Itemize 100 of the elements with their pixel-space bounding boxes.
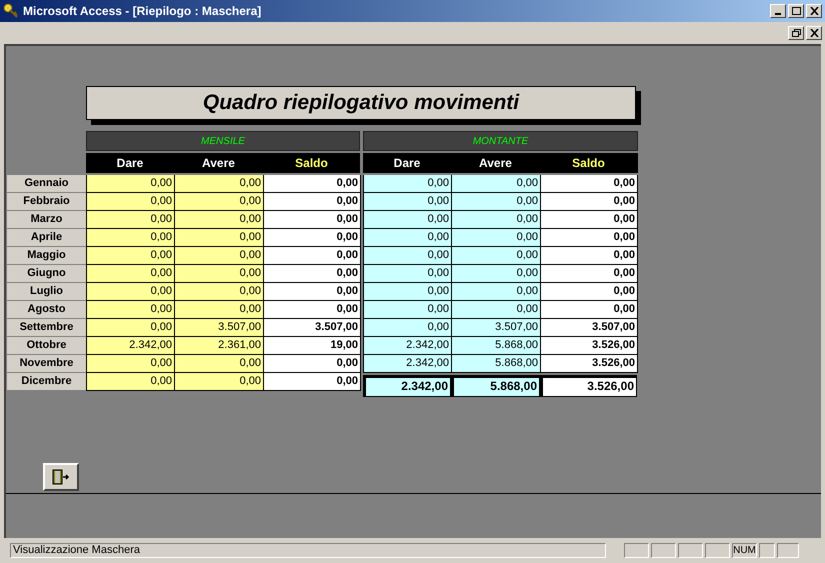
value-cell: 3.526,00 [541,355,638,373]
month-label: Agosto [7,301,86,319]
close-icon [810,7,818,15]
value-cell: 19,00 [264,337,361,355]
window-title: Microsoft Access - [Riepilogo : Maschera] [23,3,262,20]
value-cell: 0,00 [364,229,452,247]
value-cell: 0,00 [87,211,175,229]
value-cell: 0,00 [175,283,264,301]
month-label: Gennaio [7,175,86,193]
value-cell: 0,00 [541,301,638,319]
value-cell: 3.526,00 [541,337,638,355]
status-pane [705,543,730,558]
restore-icon [792,29,800,37]
value-cell: 0,00 [452,175,541,193]
value-cell: 0,00 [541,175,638,193]
value-cell: 0,00 [87,355,175,373]
value-cell: 0,00 [364,175,452,193]
value-cell: 0,00 [541,211,638,229]
value-cell: 0,00 [364,211,452,229]
minimize-button[interactable] [770,4,786,18]
value-cell: 0,00 [87,229,175,247]
value-cell: 0,00 [452,193,541,211]
group-header: MENSILE [86,131,360,151]
value-cell: 0,00 [264,265,361,283]
value-cell: 0,00 [87,301,175,319]
month-label: Settembre [7,319,86,337]
value-cell: 3.526,00 [540,375,637,397]
value-cell: 5.868,00 [451,375,540,397]
value-cell: 0,00 [87,373,175,391]
close-button[interactable] [806,4,822,18]
column-header: Saldo [294,155,329,172]
value-cell: 0,00 [264,247,361,265]
value-cell: 0,00 [364,283,452,301]
value-cell: 3.507,00 [175,319,264,337]
value-cell: 0,00 [175,355,264,373]
value-cell: 0,00 [175,229,264,247]
value-cell: 2.342,00 [364,355,452,373]
value-cell: 0,00 [264,301,361,319]
month-label: Giugno [7,265,86,283]
close-icon [810,29,818,37]
month-label: Aprile [7,229,86,247]
value-cell: 2.361,00 [175,337,264,355]
column-header: Dare [392,155,422,172]
value-cell: 0,00 [175,193,264,211]
value-cell: 5.868,00 [452,355,541,373]
value-cell: 0,00 [364,247,452,265]
month-label: Febbraio [7,193,86,211]
value-cell: 0,00 [175,265,264,283]
value-cell: 0,00 [264,373,361,391]
value-cell: 0,00 [452,247,541,265]
column-header: Avere [478,155,513,172]
num-indicator: NUM [732,543,757,558]
value-cell: 0,00 [87,319,175,337]
value-cell: 0,00 [452,229,541,247]
value-cell: 0,00 [541,229,638,247]
key-icon [3,3,19,19]
value-cell: 0,00 [87,193,175,211]
status-pane [777,543,799,558]
month-label: Dicembre [7,373,86,391]
value-cell: 0,00 [541,283,638,301]
value-cell: 0,00 [364,319,452,337]
value-cell: 0,00 [264,193,361,211]
value-cell: 0,00 [264,355,361,373]
value-cell: 3.507,00 [452,319,541,337]
column-header: Avere [201,155,236,172]
month-label: Novembre [7,355,86,373]
month-label: Ottobre [7,337,86,355]
value-cell: 0,00 [264,283,361,301]
value-cell: 0,00 [452,265,541,283]
maximize-icon [792,7,800,15]
close-button[interactable] [806,26,822,40]
status-pane [678,543,703,558]
form-title: Quadro riepilogativo movimenti [86,86,636,120]
value-cell: 2.342,00 [363,375,451,397]
column-header: Saldo [571,155,606,172]
status-pane [651,543,676,558]
status-pane [624,543,649,558]
value-cell: 0,00 [364,301,452,319]
maximize-button[interactable] [788,4,804,18]
restore-button[interactable] [788,26,804,40]
value-cell: 0,00 [87,283,175,301]
value-cell: 5.868,00 [452,337,541,355]
value-cell: 2.342,00 [364,337,452,355]
value-cell: 0,00 [452,211,541,229]
value-cell: 0,00 [264,229,361,247]
value-cell: 0,00 [541,193,638,211]
value-cell: 0,00 [87,247,175,265]
month-label: Maggio [7,247,86,265]
month-label: Marzo [7,211,86,229]
exit-button[interactable] [43,463,79,491]
value-cell: 0,00 [364,265,452,283]
value-cell: 0,00 [175,373,264,391]
value-cell: 0,00 [264,175,361,193]
status-pane [759,543,775,558]
value-cell: 3.507,00 [264,319,361,337]
value-cell: 0,00 [87,175,175,193]
value-cell: 0,00 [175,301,264,319]
column-header: Dare [116,155,144,172]
door-icon [52,469,70,485]
value-cell: 0,00 [264,211,361,229]
